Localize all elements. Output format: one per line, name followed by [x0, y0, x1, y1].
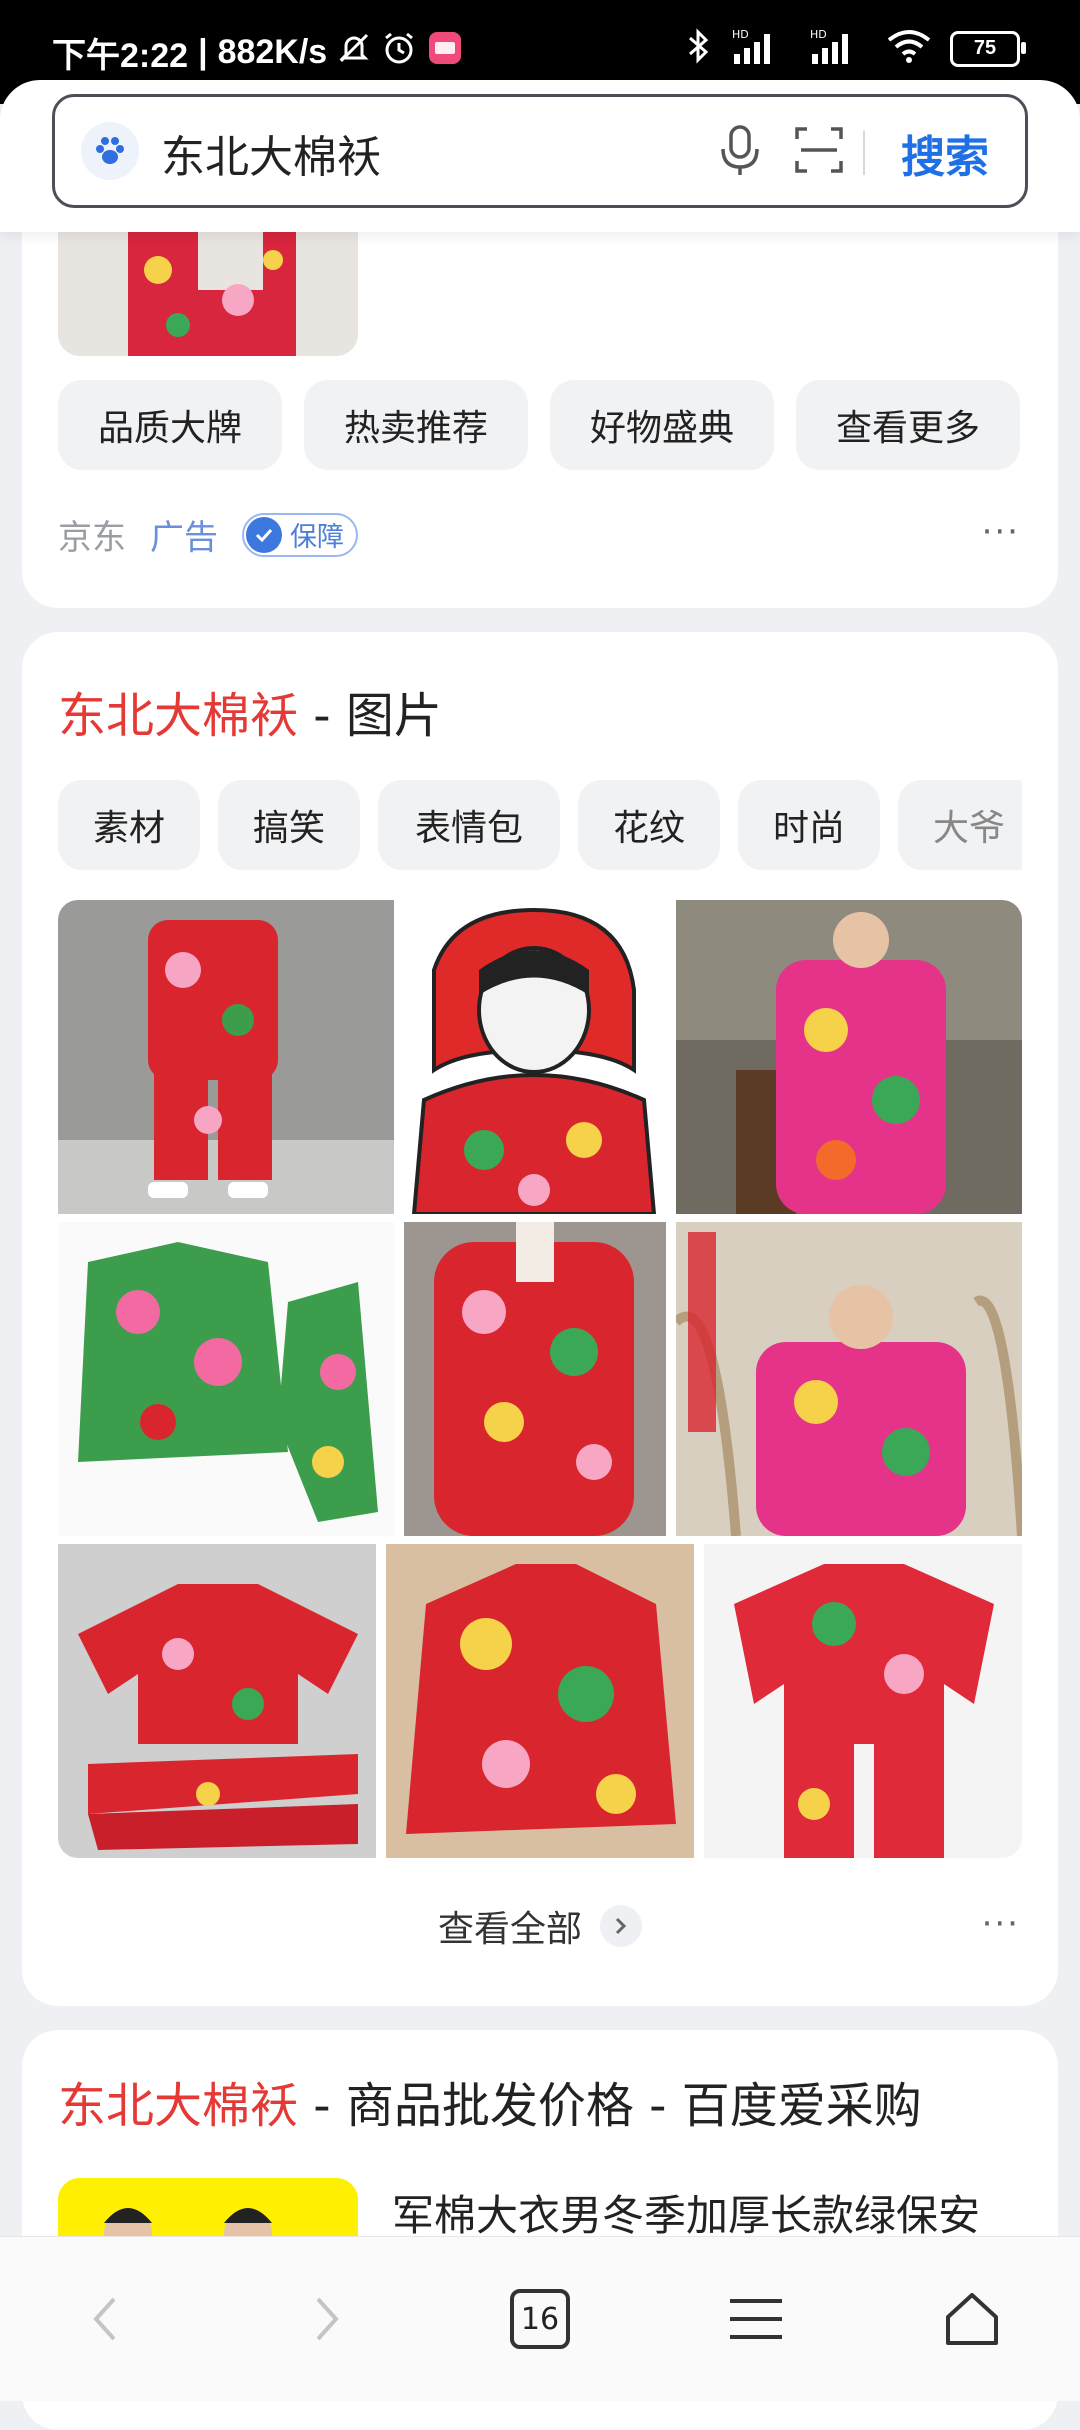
image-filter-chips: 素材 搞笑 表情包 花纹 时尚 大爷 [58, 780, 1022, 870]
svg-text:HD: HD [810, 28, 827, 41]
menu-icon[interactable] [716, 2279, 796, 2359]
image-result-4[interactable] [58, 1222, 394, 1536]
scan-icon[interactable] [793, 123, 845, 181]
check-shield-icon [246, 516, 282, 553]
image-result-8[interactable] [386, 1544, 694, 1858]
signal-hd-icon: HD [730, 26, 790, 71]
search-header: 东北大棉袄 搜索 [0, 80, 1080, 232]
more-options-icon[interactable]: ··· [982, 512, 1020, 552]
svg-text:HD: HD [732, 28, 749, 41]
chip-uncle[interactable]: 大爷 [898, 780, 1022, 870]
product-thumbnail[interactable] [58, 230, 358, 356]
image-result-5[interactable] [404, 1222, 666, 1536]
wifi-icon [886, 28, 932, 69]
back-icon[interactable] [66, 2279, 146, 2359]
image-result-2[interactable] [404, 900, 666, 1214]
chip-hot-sale[interactable]: 热卖推荐 [304, 380, 528, 470]
tab-count: 16 [510, 2289, 570, 2349]
image-result-1[interactable] [58, 900, 394, 1214]
bluetooth-icon [686, 28, 712, 69]
image-card-title[interactable]: 东北大棉袄 - 图片 [58, 676, 442, 746]
chip-fashion[interactable]: 时尚 [738, 780, 880, 870]
image-result-9[interactable] [704, 1544, 1022, 1858]
image-result-7[interactable] [58, 1544, 376, 1858]
product-title[interactable]: 军棉大衣男冬季加厚长款绿保安 [392, 2182, 980, 2243]
microphone-icon[interactable] [715, 123, 765, 183]
search-button[interactable]: 搜索 [901, 121, 989, 185]
baidu-paw-icon [81, 122, 139, 180]
product-card-title[interactable]: 东北大棉袄 - 商品批发价格 - 百度爱采购 [58, 2066, 922, 2136]
app-notification-icon [427, 30, 463, 75]
image-result-6[interactable] [676, 1222, 1022, 1536]
ad-source-row: 京东 广告 保障 [58, 510, 358, 559]
ad-label: 广告 [150, 518, 218, 558]
chip-material[interactable]: 素材 [58, 780, 200, 870]
chip-quality-brand[interactable]: 品质大牌 [58, 380, 282, 470]
mute-bell-icon [337, 31, 371, 74]
network-speed: 882K/s [217, 33, 328, 71]
image-results-card: 东北大棉袄 - 图片 素材 搞笑 表情包 花纹 时尚 大爷 查看全部 ··· [22, 632, 1058, 2006]
ad-chip-row: 品质大牌 热卖推荐 好物盛典 查看更多 [58, 380, 1020, 470]
chevron-right-icon [600, 1905, 642, 1947]
tabs-button[interactable]: 16 [500, 2279, 580, 2359]
forward-icon[interactable] [286, 2279, 366, 2359]
ad-source[interactable]: 京东 [58, 510, 126, 559]
image-result-3[interactable] [676, 900, 1022, 1214]
guarantee-badge[interactable]: 保障 [242, 512, 358, 557]
status-time: 下午2:22 [52, 37, 189, 75]
search-input[interactable]: 东北大棉袄 [161, 121, 381, 185]
divider [863, 131, 865, 175]
chip-good-items[interactable]: 好物盛典 [550, 380, 774, 470]
chip-see-more[interactable]: 查看更多 [796, 380, 1020, 470]
chip-pattern[interactable]: 花纹 [578, 780, 720, 870]
chip-funny[interactable]: 搞笑 [218, 780, 360, 870]
battery-indicator: 75 [950, 30, 1026, 67]
more-options-icon[interactable]: ··· [982, 1904, 1020, 1944]
bottom-navigation: 16 [0, 2236, 1080, 2401]
signal-hd-icon-2: HD [808, 26, 868, 71]
home-icon[interactable] [932, 2279, 1012, 2359]
alarm-clock-icon [381, 30, 417, 75]
view-all-link[interactable]: 查看全部 [22, 1900, 1058, 1952]
search-box[interactable]: 东北大棉袄 搜索 [52, 94, 1028, 208]
chip-sticker[interactable]: 表情包 [378, 780, 560, 870]
